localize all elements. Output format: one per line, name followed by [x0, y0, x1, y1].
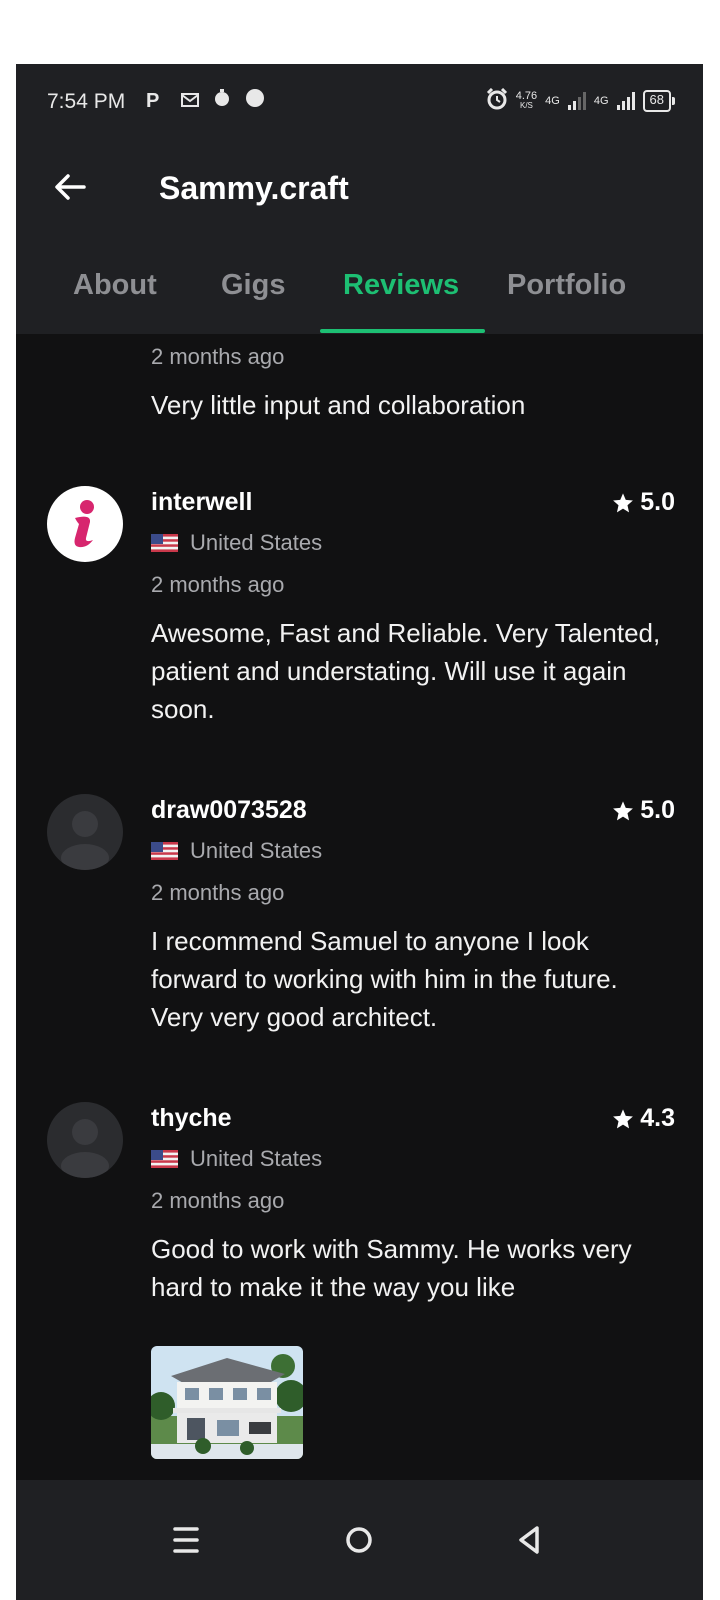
back-arrow-icon[interactable]	[52, 169, 88, 205]
active-tab-indicator	[320, 329, 485, 333]
review-rating: 4.3	[612, 1104, 675, 1133]
tab-reviews[interactable]: Reviews	[343, 269, 459, 302]
reviewer-name[interactable]: draw0073528	[151, 796, 307, 825]
review-time: 2 months ago	[151, 344, 285, 369]
avatar[interactable]	[47, 486, 123, 562]
battery-level: 68	[642, 89, 671, 112]
us-flag-icon	[151, 534, 178, 552]
review-text: Awesome, Fast and Reliable. Very Talente…	[151, 618, 661, 724]
sim1-signal-icon	[567, 91, 586, 110]
reviewer-country: United States	[151, 838, 322, 864]
status-time: 7:54 PM	[47, 90, 126, 113]
reviewer-name[interactable]: thyche	[151, 1104, 232, 1133]
left-margin	[0, 64, 16, 1600]
country-name: United States	[190, 1146, 323, 1171]
country-name: United States	[190, 838, 323, 863]
reviewer-country: United States	[151, 530, 322, 556]
recents-menu-icon[interactable]	[164, 1518, 208, 1562]
sim2-signal-icon	[616, 91, 635, 110]
back-triangle-icon[interactable]	[507, 1518, 551, 1562]
review-text: Very little input and collaboration	[151, 390, 526, 420]
avatar[interactable]	[47, 1102, 123, 1178]
review-rating: 5.0	[612, 796, 675, 825]
star-icon	[613, 492, 634, 512]
reviewer-country: United States	[151, 1146, 322, 1172]
review-time: 2 months ago	[151, 572, 285, 597]
tab-gigs[interactable]: Gigs	[221, 269, 285, 302]
star-icon	[613, 1108, 634, 1128]
default-user-icon	[61, 811, 109, 870]
us-flag-icon	[151, 842, 178, 860]
tab-about[interactable]: About	[73, 269, 157, 302]
page-title: Sammy.craft	[159, 170, 349, 206]
app-bar: Sammy.craft	[16, 139, 703, 239]
country-name: United States	[190, 530, 323, 555]
mail-icon	[180, 90, 199, 113]
tab-portfolio[interactable]: Portfolio	[507, 269, 626, 302]
dot-icon	[246, 89, 265, 113]
net-speed-unit: K/S	[519, 100, 533, 110]
phone-screen: 7:54 PM P 4.76 K/S 4G 4G 68 Sammy.craft …	[16, 64, 703, 1600]
network-speed: 4.76 K/S	[515, 89, 538, 111]
review-rating: 5.0	[612, 488, 675, 517]
notification-icons: P	[146, 89, 268, 113]
right-margin	[703, 64, 720, 1600]
reviews-list[interactable]: 2 months ago Very little input and colla…	[16, 334, 703, 1480]
top-margin	[0, 0, 720, 64]
review-time: 2 months ago	[151, 1188, 285, 1213]
alarm-clock-icon	[214, 89, 230, 113]
sim2-label: 4G	[593, 94, 609, 107]
us-flag-icon	[151, 1150, 178, 1168]
status-bar: 7:54 PM P 4.76 K/S 4G 4G 68	[16, 64, 703, 139]
rating-value: 4.3	[640, 1104, 675, 1132]
default-user-icon	[61, 1119, 109, 1178]
avatar[interactable]	[47, 794, 123, 870]
house-image-icon	[151, 1346, 303, 1459]
profile-tabs: About Gigs Reviews Portfolio	[16, 239, 703, 334]
alarm-icon	[486, 87, 508, 113]
rating-value: 5.0	[640, 796, 675, 824]
status-right: 4.76 K/S 4G 4G 68	[486, 87, 675, 113]
review-time: 2 months ago	[151, 880, 285, 905]
letter-i-logo-icon	[74, 500, 94, 548]
review-text: Good to work with Sammy. He works very h…	[151, 1234, 632, 1302]
star-icon	[613, 800, 634, 820]
rating-value: 5.0	[640, 488, 675, 516]
battery-icon: 68	[642, 89, 675, 112]
system-nav-bar	[16, 1480, 703, 1600]
reviewer-name[interactable]: interwell	[151, 488, 252, 517]
review-text: I recommend Samuel to anyone I look forw…	[151, 926, 618, 1032]
p-notification-icon: P	[146, 90, 166, 112]
sim1-label: 4G	[545, 94, 560, 107]
review-attachment-thumbnail[interactable]	[151, 1346, 303, 1459]
net-speed-value: 4.76	[515, 89, 538, 102]
home-circle-icon[interactable]	[337, 1518, 381, 1562]
